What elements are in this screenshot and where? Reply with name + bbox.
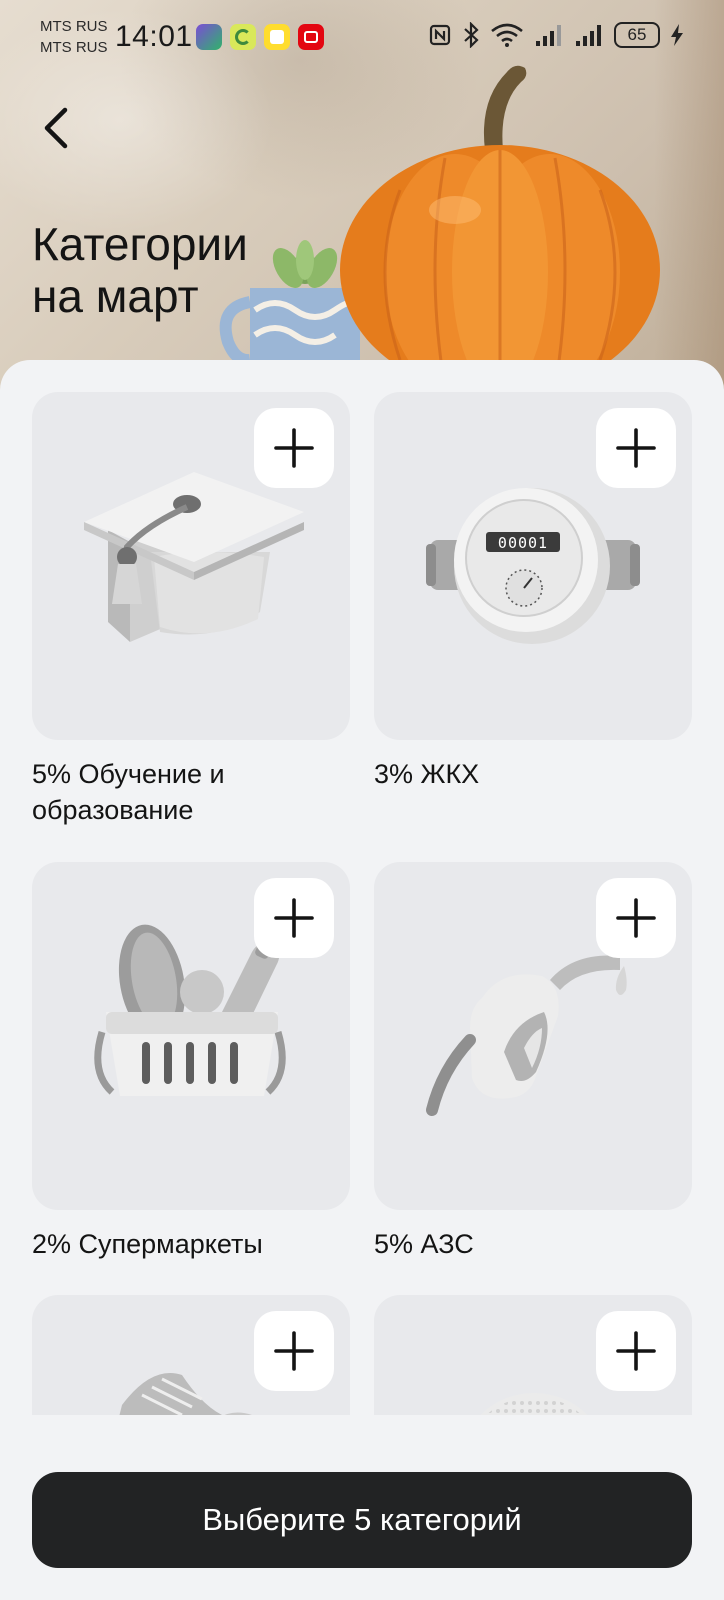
bluetooth-icon bbox=[464, 22, 479, 48]
back-button[interactable] bbox=[36, 104, 76, 152]
status-time: 14:01 bbox=[115, 20, 193, 53]
meter-reading: 00001 bbox=[498, 534, 548, 552]
category-tile[interactable] bbox=[374, 862, 692, 1210]
carrier-2: MTS RUS bbox=[40, 39, 108, 56]
category-tile[interactable] bbox=[32, 392, 350, 740]
plus-icon bbox=[274, 428, 314, 468]
categories-sheet: 5% Обучение и образование 00001 3% ЖКХ 2… bbox=[0, 360, 724, 1600]
carrier-info: MTS RUS MTS RUS bbox=[40, 16, 108, 58]
select-categories-button[interactable]: Выберите 5 категорий bbox=[32, 1472, 692, 1568]
category-label: 5% АЗС bbox=[374, 1229, 474, 1259]
carrier-1: MTS RUS bbox=[40, 18, 108, 35]
page-title: Категории на март bbox=[32, 218, 332, 322]
signal-icon bbox=[576, 25, 601, 46]
category-label: 2% Супермаркеты bbox=[32, 1229, 263, 1259]
plus-icon bbox=[616, 428, 656, 468]
plus-icon bbox=[274, 1331, 314, 1371]
category-tile[interactable]: 00001 bbox=[374, 392, 692, 740]
category-tile[interactable] bbox=[32, 862, 350, 1210]
category-label: 3% ЖКХ bbox=[374, 759, 480, 789]
app-icon-mts bbox=[298, 24, 324, 50]
plus-icon bbox=[274, 898, 314, 938]
signal-icon bbox=[536, 25, 561, 46]
nfc-icon bbox=[429, 24, 451, 46]
app-icon-t bbox=[264, 24, 290, 50]
add-category-button[interactable] bbox=[596, 408, 676, 488]
app-icon-green bbox=[196, 24, 222, 50]
category-label: 5% Обучение и образование bbox=[32, 759, 225, 825]
add-category-button[interactable] bbox=[254, 1311, 334, 1391]
wifi-icon bbox=[491, 23, 523, 47]
add-category-button[interactable] bbox=[254, 408, 334, 488]
hero-banner: MTS RUS MTS RUS 14:01 65 Категории на ма… bbox=[0, 0, 724, 400]
system-icons: 65 bbox=[428, 22, 684, 48]
status-bar: MTS RUS MTS RUS 14:01 65 bbox=[0, 0, 724, 78]
add-category-button[interactable] bbox=[596, 1311, 676, 1391]
page-title-line-2: на март bbox=[32, 270, 199, 322]
plus-icon bbox=[616, 898, 656, 938]
add-category-button[interactable] bbox=[596, 878, 676, 958]
chevron-left-icon bbox=[44, 107, 68, 149]
charging-icon bbox=[671, 24, 683, 46]
notification-app-icons bbox=[196, 24, 324, 50]
plus-icon bbox=[616, 1331, 656, 1371]
battery-icon: 65 bbox=[614, 22, 660, 48]
page-title-line-1: Категории bbox=[32, 218, 248, 270]
pumpkin-illustration bbox=[340, 65, 660, 370]
app-icon-c bbox=[230, 24, 256, 50]
add-category-button[interactable] bbox=[254, 878, 334, 958]
